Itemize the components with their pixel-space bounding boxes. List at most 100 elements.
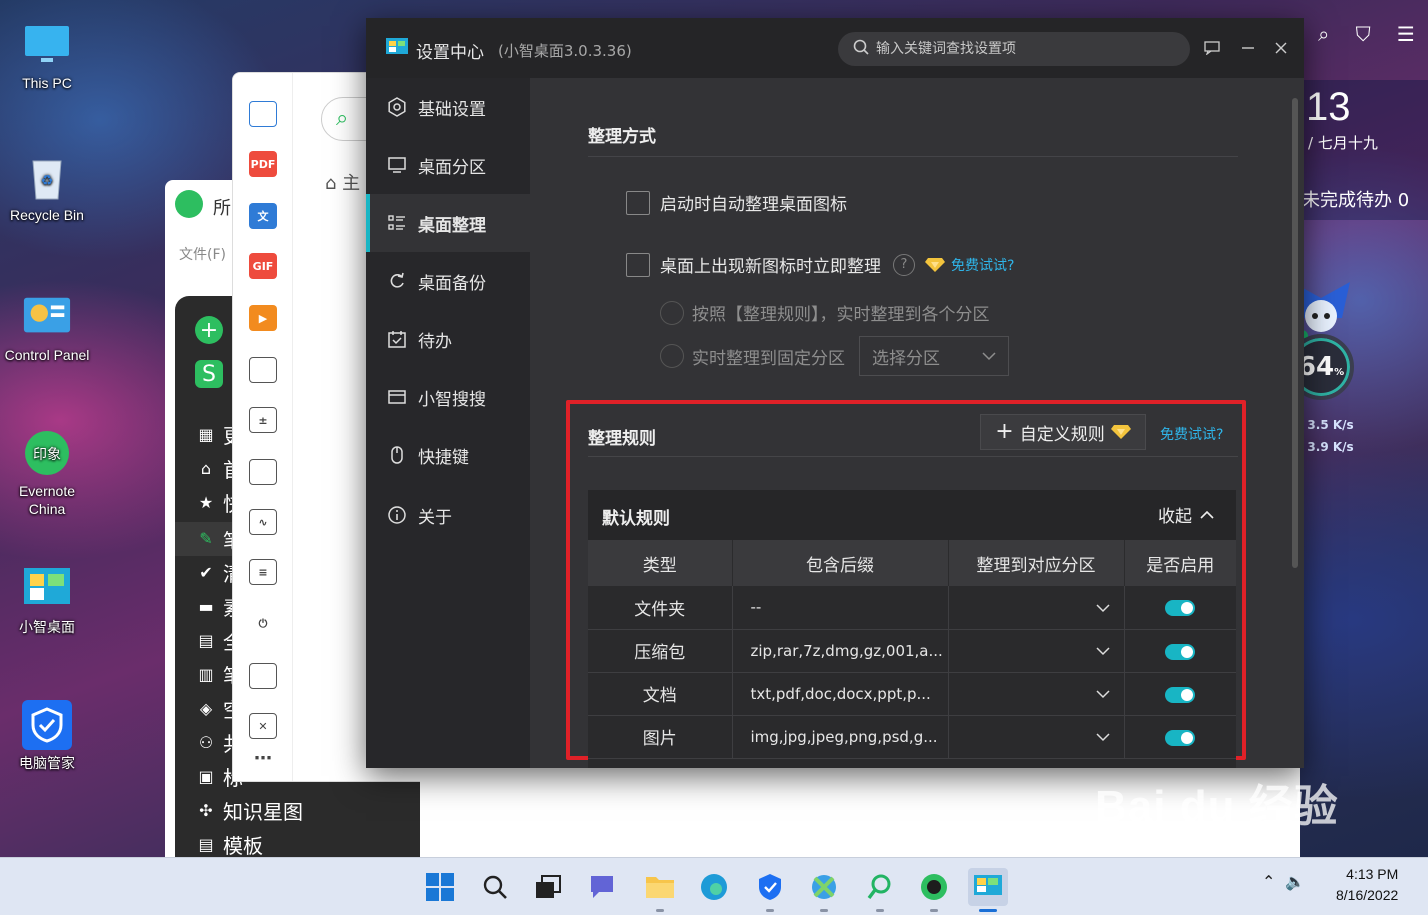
calendar-widget[interactable]: 13 / 七月十九 未完成待办 0: [1302, 80, 1428, 220]
option-new-icon[interactable]: 桌面上出现新图标时立即整理 ? 免费试试?: [626, 252, 1014, 277]
screenshot-icon[interactable]: [249, 101, 277, 127]
scrollbar[interactable]: [1292, 98, 1298, 568]
xiaozhi-taskbar-button[interactable]: [968, 868, 1008, 912]
nav-item-backup[interactable]: 桌面备份: [366, 252, 530, 310]
desktop-icon-this-pc[interactable]: This PC: [2, 20, 92, 92]
pc-manager-button[interactable]: [750, 868, 790, 912]
zone-dropdown[interactable]: [948, 715, 1125, 759]
nav-item-basic[interactable]: 基础设置: [366, 78, 530, 136]
bin-icon: ▬: [198, 596, 214, 616]
translate-icon[interactable]: 文: [249, 203, 277, 229]
lock-icon[interactable]: [249, 459, 277, 485]
nav-item-partition[interactable]: 桌面分区: [366, 136, 530, 194]
title-bar[interactable]: 设置中心 (小智桌面3.0.3.36): [366, 18, 1304, 78]
nav-item-todo[interactable]: 待办: [366, 310, 530, 368]
desktop-icon-evernote[interactable]: 印象 Evernote China: [2, 428, 92, 518]
free-trial-link[interactable]: 免费试试?: [951, 255, 1014, 275]
radio-button[interactable]: [660, 344, 684, 368]
gif-icon[interactable]: GIF: [249, 253, 277, 279]
desktop-icon-xiaozhi[interactable]: 小智桌面: [2, 564, 92, 636]
plus-icon: +: [995, 419, 1014, 444]
desktop-icon-pc-manager[interactable]: 电脑管家: [2, 700, 92, 772]
delete-icon[interactable]: ✕: [249, 713, 277, 739]
power-icon[interactable]: ⏻: [249, 611, 277, 637]
speaker-icon[interactable]: 🔈: [1285, 872, 1305, 891]
svg-text:♻: ♻: [41, 172, 54, 188]
more-icon[interactable]: ⋯: [249, 745, 277, 771]
zone-dropdown[interactable]: [948, 629, 1125, 673]
monitor-icon[interactable]: [249, 357, 277, 383]
radio-fixed-zone[interactable]: 实时整理到固定分区 选择分区: [660, 336, 1009, 376]
feedback-icon[interactable]: [1200, 36, 1224, 60]
calendar-lunar-date: / 七月十九: [1308, 134, 1378, 152]
evernote-icon: [921, 874, 947, 900]
clipboard-icon[interactable]: ≡: [249, 559, 277, 585]
tools-home-tab[interactable]: ⌂ 主: [325, 169, 360, 195]
collapse-button[interactable]: 收起: [1158, 502, 1214, 527]
desktop-icon-control-panel[interactable]: Control Panel: [2, 292, 92, 364]
pdf-icon[interactable]: PDF: [249, 151, 277, 177]
enable-toggle[interactable]: [1165, 729, 1196, 746]
column-header: 整理到对应分区: [948, 540, 1125, 586]
nav-item-organize[interactable]: 桌面整理: [366, 194, 530, 252]
sidebar-item[interactable]: ✣ 知识星图: [197, 796, 303, 825]
radio-by-rules[interactable]: 按照【整理规则】，实时整理到各个分区: [660, 300, 990, 325]
checkbox[interactable]: [626, 252, 650, 277]
enable-toggle[interactable]: [1165, 600, 1196, 617]
radio-label: 按照【整理规则】，实时整理到各个分区: [692, 305, 990, 325]
menu-file[interactable]: 文件(F): [179, 244, 226, 264]
cell-suffix: img,jpg,jpeg,png,psd,g...: [732, 715, 949, 759]
new-space-button[interactable]: S: [195, 360, 223, 388]
taskbar-search-button[interactable]: [475, 868, 515, 906]
close-button[interactable]: [1269, 36, 1293, 60]
video-icon[interactable]: ▶: [249, 305, 277, 331]
xiaozhi-desktop-icon: [974, 875, 1002, 895]
free-trial-link[interactable]: 免费试试?: [1160, 424, 1223, 444]
file-explorer-button[interactable]: [640, 868, 680, 912]
nav-item-about[interactable]: 关于: [366, 486, 530, 544]
menu-icon[interactable]: ☰: [1397, 22, 1415, 46]
cell-enabled: [1124, 715, 1236, 759]
sidebar-item[interactable]: ▤ 模板: [197, 830, 263, 859]
zone-dropdown[interactable]: [948, 672, 1125, 716]
search-icon[interactable]: ⌕: [1318, 22, 1329, 46]
search-app-button[interactable]: [860, 868, 900, 912]
edge-button[interactable]: [694, 868, 734, 906]
nav-label: 待办: [418, 331, 452, 352]
cleaner-icon[interactable]: [249, 663, 277, 689]
app-button[interactable]: [804, 868, 844, 912]
teams-chat-button[interactable]: [582, 868, 622, 906]
search-input[interactable]: [876, 32, 1176, 66]
evernote-taskbar-button[interactable]: [914, 868, 954, 912]
nav-item-search[interactable]: 小智搜搜: [366, 368, 530, 426]
todo-count[interactable]: 未完成待办 0: [1302, 186, 1409, 212]
zone-select[interactable]: 选择分区: [859, 336, 1009, 376]
shirt-icon[interactable]: ⛉: [1356, 22, 1371, 46]
checkbox[interactable]: [626, 190, 650, 215]
minimize-button[interactable]: [1236, 36, 1260, 60]
calendar-icon: [386, 328, 408, 350]
nav-label: 小智搜搜: [418, 389, 486, 410]
nav-item-hotkey[interactable]: 快捷键: [366, 426, 530, 484]
enable-toggle[interactable]: [1165, 643, 1196, 660]
pulse-icon[interactable]: ∿: [249, 509, 277, 535]
new-note-button[interactable]: +: [195, 316, 223, 344]
help-icon[interactable]: ?: [893, 253, 915, 276]
settings-window[interactable]: 设置中心 (小智桌面3.0.3.36) 基础设置 桌面分区: [366, 18, 1304, 768]
chevron-up-icon[interactable]: ⌃: [1262, 872, 1275, 891]
diamond-icon: [1110, 425, 1131, 439]
xiaozhi-desktop-icon: [22, 564, 72, 614]
settings-search[interactable]: [838, 32, 1190, 66]
nav-label: 桌面备份: [418, 273, 486, 294]
enable-toggle[interactable]: [1165, 686, 1196, 703]
start-button[interactable]: [420, 868, 460, 906]
task-view-button[interactable]: [528, 868, 568, 906]
calculator-icon[interactable]: ±: [249, 407, 277, 433]
desktop-icon-label: This PC: [22, 75, 72, 91]
zone-dropdown[interactable]: [948, 586, 1125, 630]
desktop-icon-recycle-bin[interactable]: ♻ Recycle Bin: [2, 152, 92, 224]
radio-button[interactable]: [660, 300, 684, 325]
option-auto-on-start[interactable]: 启动时自动整理桌面图标: [626, 190, 847, 215]
custom-rule-button[interactable]: + 自定义规则: [980, 414, 1146, 450]
clock[interactable]: 4:13 PM 8/16/2022: [1336, 864, 1398, 906]
